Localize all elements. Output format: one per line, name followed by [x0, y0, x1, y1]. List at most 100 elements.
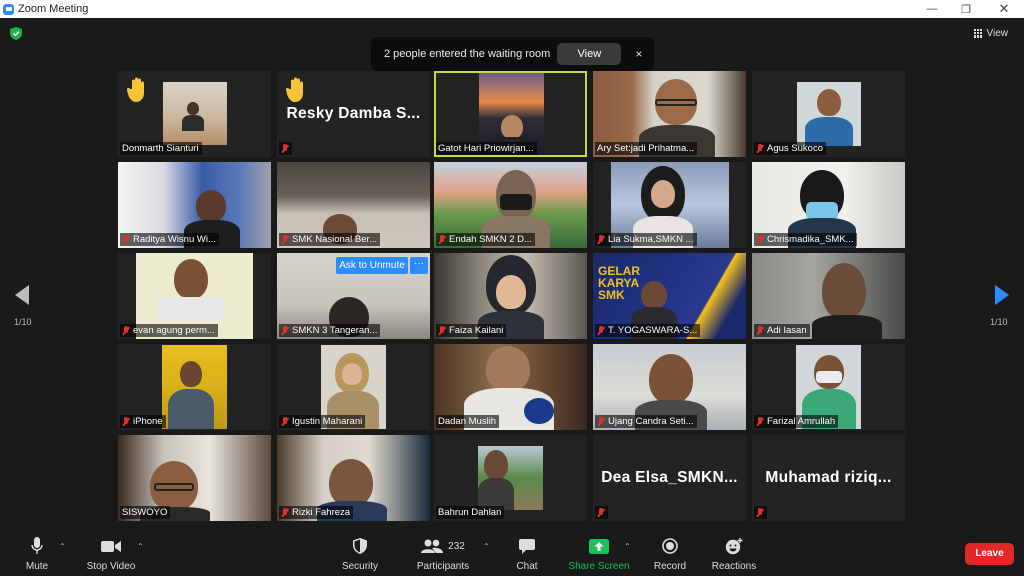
participants-button[interactable]: 232 Participants — [414, 530, 472, 576]
muted-mic-icon — [122, 325, 130, 336]
event-banner: GELAR KARYA SMK — [598, 264, 640, 302]
participant-tile[interactable]: Donmarth Sianturi — [118, 71, 271, 157]
participant-name-label: Lia Sukma,SMKN ... — [595, 233, 697, 246]
participant-display-name: Resky Damba S... — [286, 105, 421, 122]
video-options-caret-icon[interactable]: ⌃ — [137, 542, 144, 551]
security-button[interactable]: Security — [338, 530, 382, 576]
participant-tile[interactable]: Dadan Muslih — [434, 344, 587, 430]
participant-tile[interactable]: Adi Iasan — [752, 253, 905, 339]
more-options-button[interactable]: ··· — [410, 257, 428, 274]
video-camera-icon — [101, 540, 121, 552]
microphone-icon — [31, 537, 43, 554]
participant-name-label: T. YOGASWARA-S... — [595, 324, 701, 337]
chat-bubble-icon — [519, 538, 535, 554]
participant-tile[interactable]: Ary Set:jadi Prihatma... — [593, 71, 746, 157]
ask-to-unmute-button[interactable]: Ask to Unmute — [336, 257, 408, 274]
participant-tile[interactable]: iPhone — [118, 344, 271, 430]
record-button[interactable]: Record — [652, 530, 688, 576]
participant-name-label: Ary Set:jadi Prihatma... — [595, 142, 698, 155]
participant-tile-active-speaker[interactable]: Gatot Hari Priowirjan... — [434, 71, 587, 157]
video-feed — [163, 82, 227, 145]
muted-mic-icon — [756, 143, 764, 154]
audio-options-caret-icon[interactable]: ⌃ — [59, 542, 66, 551]
participant-tile[interactable]: SMK Nasional Ber... — [277, 162, 430, 248]
muted-mic-icon — [438, 325, 446, 336]
participant-tile[interactable]: Ask to Unmute ··· SMKN 3 Tangeran... — [277, 253, 430, 339]
video-feed — [478, 446, 543, 510]
muted-mic-icon — [597, 416, 605, 427]
participant-tile[interactable]: Dea Elsa_SMKN... — [593, 435, 746, 521]
participant-display-name: Muhamad riziq... — [765, 469, 892, 486]
participant-tile[interactable]: Rizki Fahreza — [277, 435, 430, 521]
participant-name-label: Endah SMKN 2 D... — [436, 233, 535, 246]
video-feed — [797, 82, 861, 146]
participant-tile[interactable]: Faiza Kailani — [434, 253, 587, 339]
participant-name-label: Ujang Candra Seti... — [595, 415, 697, 428]
participant-name-label: Igustin Maharani — [279, 415, 366, 428]
participant-name-label: Faiza Kailani — [436, 324, 507, 337]
waiting-room-notification: 2 people entered the waiting room View × — [371, 37, 654, 71]
muted-mic-icon — [281, 325, 289, 336]
participant-tile[interactable]: GELAR KARYA SMK T. YOGASWARA-S... — [593, 253, 746, 339]
participant-tile[interactable]: SISWOYO — [118, 435, 271, 521]
muted-mic-icon — [281, 416, 289, 427]
participant-tile[interactable]: Raditya Wisnu Wi... — [118, 162, 271, 248]
participant-name-label: evan agung perm... — [120, 324, 218, 337]
participant-tile[interactable]: Bahrun Dahlan — [434, 435, 587, 521]
view-button[interactable]: View — [968, 24, 1015, 42]
stop-video-button[interactable]: Stop Video — [84, 530, 138, 576]
participant-tile[interactable]: Resky Damba S... — [277, 71, 430, 157]
muted-mic-icon — [438, 234, 446, 245]
muted-mic-icon — [756, 416, 764, 427]
participant-tile[interactable]: Chrismadika_SMK... — [752, 162, 905, 248]
chat-button[interactable]: Chat — [512, 530, 542, 576]
zoom-logo-icon — [3, 3, 14, 15]
notification-text: 2 people entered the waiting room — [384, 48, 551, 60]
participant-name-label: SMK Nasional Ber... — [279, 233, 381, 246]
muted-mic-icon — [122, 416, 130, 427]
participant-name-label: Chrismadika_SMK... — [754, 233, 857, 246]
page-indicator-right: 1/10 — [990, 317, 1008, 327]
meeting-toolbar: Mute ⌃ Stop Video ⌃ Security 232 Partici… — [0, 530, 1024, 576]
participants-count: 232 — [448, 540, 465, 552]
participant-tile[interactable]: Farizal Amrullah — [752, 344, 905, 430]
raised-hand-icon — [127, 77, 144, 102]
participant-tile[interactable]: Endah SMKN 2 D... — [434, 162, 587, 248]
participant-name-label: iPhone — [120, 415, 166, 428]
share-screen-button[interactable]: Share Screen — [567, 530, 631, 576]
mute-button[interactable]: Mute — [18, 530, 56, 576]
notification-close-icon[interactable]: × — [635, 47, 642, 61]
participant-name-label: Gatot Hari Priowirjan... — [436, 142, 537, 155]
participant-name-label: Agus Sukoco — [754, 142, 826, 155]
participant-name-label: Farizal Amrullah — [754, 415, 839, 428]
restore-icon[interactable]: ❐ — [948, 0, 984, 18]
participant-tile[interactable]: Igustin Maharani — [277, 344, 430, 430]
previous-page-arrow-icon[interactable] — [15, 285, 29, 305]
participant-tile[interactable]: Ujang Candra Seti... — [593, 344, 746, 430]
share-options-caret-icon[interactable]: ⌃ — [624, 542, 631, 551]
reactions-smiley-icon — [725, 537, 743, 554]
participant-tile[interactable]: Lia Sukma,SMKN ... — [593, 162, 746, 248]
participant-tile[interactable]: evan agung perm... — [118, 253, 271, 339]
muted-mic-icon — [122, 234, 130, 245]
muted-mic-icon — [281, 143, 289, 154]
notification-view-button[interactable]: View — [557, 43, 622, 65]
security-shield-icon — [353, 538, 367, 554]
participant-tile[interactable]: Agus Sukoco — [752, 71, 905, 157]
encryption-shield-icon[interactable] — [10, 27, 22, 40]
participant-name-label: Donmarth Sianturi — [120, 142, 202, 155]
record-icon — [662, 538, 678, 554]
muted-mic-icon — [597, 325, 605, 336]
next-page-arrow-icon[interactable] — [995, 285, 1009, 305]
title-bar: Zoom Meeting — ❐ ✕ — [0, 0, 1024, 18]
participant-name-label — [754, 506, 767, 519]
participant-tile[interactable]: Muhamad riziq... — [752, 435, 905, 521]
participants-options-caret-icon[interactable]: ⌃ — [483, 542, 490, 551]
muted-mic-icon — [756, 507, 764, 518]
participant-name-label: Dadan Muslih — [436, 415, 500, 428]
reactions-button[interactable]: Reactions — [711, 530, 757, 576]
close-window-icon[interactable]: ✕ — [986, 0, 1022, 18]
share-screen-icon — [589, 538, 609, 554]
leave-meeting-button[interactable]: Leave — [965, 543, 1014, 565]
minimize-icon[interactable]: — — [914, 0, 950, 18]
